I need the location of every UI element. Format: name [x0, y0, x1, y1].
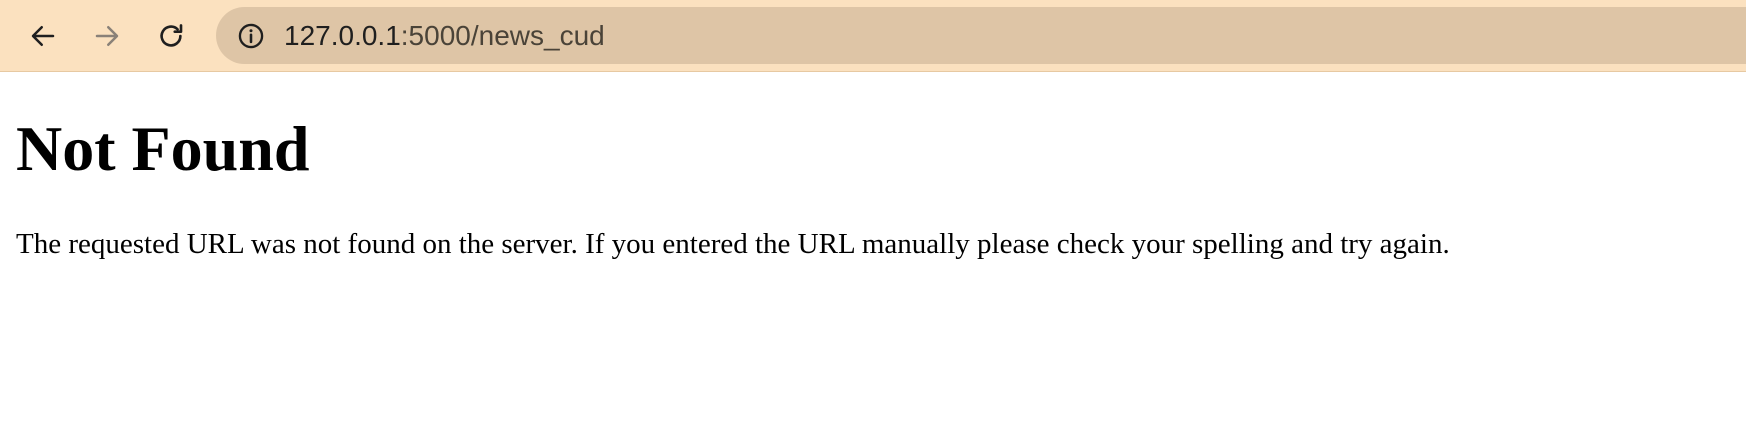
- info-circle-icon: [238, 23, 264, 49]
- reload-icon: [160, 24, 183, 47]
- error-message: The requested URL was not found on the s…: [16, 228, 1450, 260]
- reload-button[interactable]: [149, 14, 193, 58]
- browser-toolbar: 127.0.0.1:5000/news_cud: [0, 0, 1746, 72]
- page-content: Not Found The requested URL was not foun…: [16, 72, 1746, 262]
- forward-button[interactable]: [85, 14, 129, 58]
- url-text[interactable]: 127.0.0.1:5000/news_cud: [284, 7, 605, 64]
- back-button[interactable]: [21, 14, 65, 58]
- address-bar[interactable]: 127.0.0.1:5000/news_cud: [216, 7, 1746, 64]
- page-title: Not Found: [16, 113, 310, 184]
- site-info-button[interactable]: [237, 22, 265, 50]
- arrow-right-icon: [95, 26, 119, 46]
- url-path: :5000/news_cud: [400, 20, 605, 51]
- url-host: 127.0.0.1: [284, 20, 401, 51]
- arrow-left-icon: [31, 26, 55, 46]
